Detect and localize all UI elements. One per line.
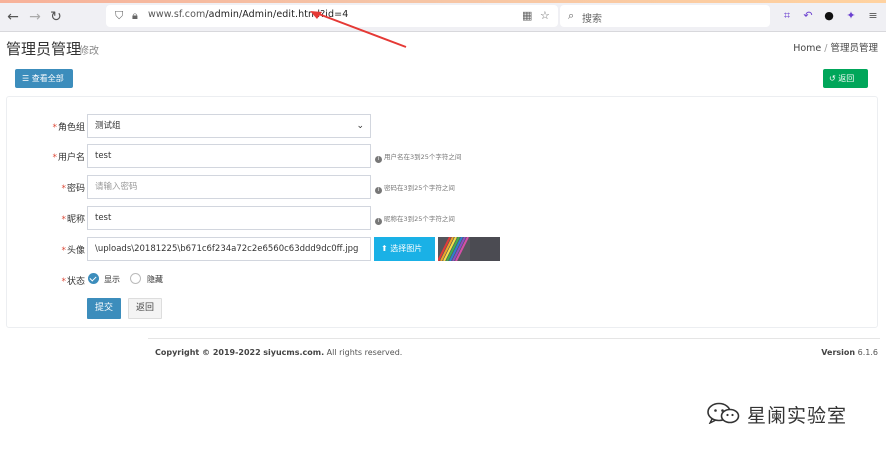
submit-button[interactable]: 提交 bbox=[87, 298, 121, 319]
choose-image-label: 选择图片 bbox=[390, 244, 423, 253]
form-row-role: *角色组 测试组 ⌄ bbox=[7, 114, 879, 138]
search-placeholder: 搜索 bbox=[582, 14, 602, 25]
wechat-icon bbox=[707, 402, 740, 424]
form-row-status: *状态 显示 隐藏 bbox=[7, 268, 879, 292]
role-selected-value: 测试组 bbox=[95, 121, 121, 131]
watermark-text: 星阑实验室 bbox=[747, 405, 848, 427]
back-arrow-icon[interactable]: ← bbox=[4, 8, 22, 26]
info-icon: i bbox=[375, 218, 382, 225]
avatar-preview-image bbox=[438, 237, 500, 261]
status-radio-show[interactable] bbox=[88, 273, 99, 284]
back-button[interactable]: ↺ 返回 bbox=[823, 69, 868, 88]
search-icon: ⌕ bbox=[568, 9, 575, 22]
search-box[interactable]: ⌕ 搜索 bbox=[560, 5, 770, 27]
reload-icon[interactable]: ↻ bbox=[47, 8, 65, 26]
avatar-label: *头像 bbox=[61, 246, 85, 256]
menu-icon[interactable]: ≡ bbox=[866, 9, 880, 23]
role-select[interactable]: 测试组 ⌄ bbox=[87, 114, 371, 138]
copyright-site-link[interactable]: siyucms.com. bbox=[263, 348, 324, 357]
info-icon: i bbox=[375, 156, 382, 163]
page-title: 管理员管理 bbox=[6, 40, 82, 58]
upload-icon: ⬆ bbox=[381, 244, 388, 253]
view-all-button[interactable]: ☰ 查看全部 bbox=[15, 69, 73, 88]
page-subtitle: 修改 bbox=[79, 46, 99, 57]
avatar-path-input[interactable]: \uploads\20181225\b671c6f234a72c2e6560c6… bbox=[87, 237, 371, 261]
username-help: i 用户名在3到25个字符之间 bbox=[375, 151, 461, 163]
choose-image-button[interactable]: ⬆ 选择图片 bbox=[374, 237, 435, 261]
copyright-suffix: All rights reserved. bbox=[326, 348, 403, 357]
view-all-label: 查看全部 bbox=[31, 74, 64, 83]
url-host: www.sf.com bbox=[148, 9, 206, 20]
status-option-show-label: 显示 bbox=[104, 275, 120, 284]
circle-extension-icon[interactable]: ● bbox=[822, 9, 836, 23]
bookmark-star-icon[interactable]: ☆ bbox=[540, 9, 550, 22]
breadcrumb-separator: / bbox=[824, 43, 828, 54]
copyright-prefix: Copyright © 2019-2022 bbox=[155, 348, 261, 357]
status-option-hide-label: 隐藏 bbox=[147, 275, 163, 284]
password-label: *密码 bbox=[61, 184, 85, 194]
form-row-password: *密码 请输入密码 i 密码在3到25个字符之间 bbox=[7, 175, 879, 199]
list-icon: ☰ bbox=[22, 74, 30, 83]
version-value: 6.1.6 bbox=[857, 348, 878, 357]
return-button[interactable]: 返回 bbox=[128, 298, 162, 319]
crop-extension-icon[interactable]: ⌗ bbox=[780, 9, 794, 23]
nickname-help: i 昵称在3到25个字符之间 bbox=[375, 213, 455, 225]
puzzle-extension-icon[interactable]: ✦ bbox=[844, 9, 858, 23]
browser-toolbar: ← → ↻ ⛉ 🔒︎ www.sf.com/admin/Admin/edit.h… bbox=[0, 0, 886, 32]
footer-divider bbox=[148, 338, 880, 339]
back-label: 返回 bbox=[838, 74, 855, 83]
status-label: *状态 bbox=[61, 277, 85, 287]
version-text: Version 6.1.6 bbox=[821, 348, 878, 357]
qr-code-icon[interactable]: ▦ bbox=[522, 9, 532, 22]
toolbar-accent bbox=[0, 0, 886, 3]
password-help: i 密码在3到25个字符之间 bbox=[375, 182, 455, 194]
role-label: *角色组 bbox=[52, 123, 85, 133]
form-row-avatar: *头像 \uploads\20181225\b671c6f234a72c2e65… bbox=[7, 237, 879, 261]
copyright-text: Copyright © 2019-2022 siyucms.com. All r… bbox=[155, 348, 402, 357]
username-input[interactable]: test bbox=[87, 144, 371, 168]
version-label: Version bbox=[821, 348, 856, 357]
password-input[interactable]: 请输入密码 bbox=[87, 175, 371, 199]
nickname-label: *昵称 bbox=[61, 215, 85, 225]
breadcrumb-current: 管理员管理 bbox=[830, 43, 878, 54]
undo-extension-icon[interactable]: ↶ bbox=[801, 9, 815, 23]
annotation-arrow bbox=[310, 11, 407, 48]
breadcrumb-home[interactable]: Home bbox=[793, 43, 821, 54]
forward-arrow-icon[interactable]: → bbox=[26, 8, 44, 26]
undo-icon: ↺ bbox=[829, 74, 836, 83]
form-actions: 提交 返回 bbox=[7, 298, 879, 322]
chevron-down-icon: ⌄ bbox=[356, 121, 364, 131]
form-row-username: *用户名 test i 用户名在3到25个字符之间 bbox=[7, 144, 879, 168]
shield-icon[interactable]: ⛉ bbox=[115, 9, 123, 23]
nickname-input[interactable]: test bbox=[87, 206, 371, 230]
username-label: *用户名 bbox=[52, 153, 85, 163]
info-icon: i bbox=[375, 187, 382, 194]
edit-form: *角色组 测试组 ⌄ *用户名 test i 用户名在3到25个字符之间 *密码 … bbox=[6, 96, 878, 328]
breadcrumb: Home / 管理员管理 bbox=[793, 40, 878, 54]
status-radio-hide[interactable] bbox=[130, 273, 141, 284]
lock-icon[interactable]: 🔒︎ bbox=[132, 9, 138, 23]
form-row-nickname: *昵称 test i 昵称在3到25个字符之间 bbox=[7, 206, 879, 230]
